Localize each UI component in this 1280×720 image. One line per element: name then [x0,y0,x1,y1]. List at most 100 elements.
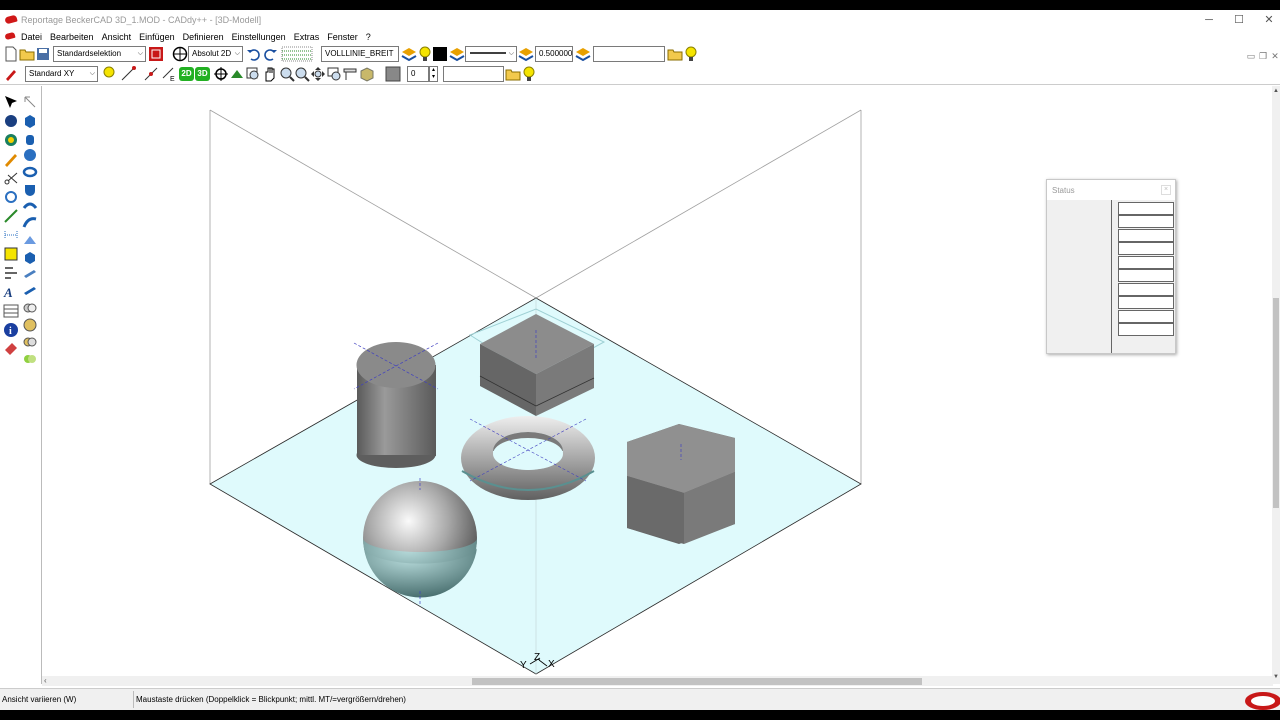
toolbar2-value-field[interactable] [443,66,504,82]
torus-solid-icon[interactable] [22,164,38,180]
close-button[interactable]: ✕ [1254,12,1280,28]
loft-icon[interactable] [22,232,38,248]
menu-einstellungen[interactable]: Einstellungen [232,32,286,42]
status-cell[interactable] [1118,242,1174,255]
section-icon[interactable] [342,66,358,82]
scissors-icon[interactable] [3,170,19,186]
menu-bearbeiten[interactable]: Bearbeiten [50,32,94,42]
open-folder-icon[interactable] [19,46,35,62]
info-lightbulb-icon[interactable] [521,66,537,82]
status-cell[interactable] [1118,215,1174,228]
layer-number-field[interactable]: 0 [407,66,429,82]
walk-view-icon[interactable] [229,66,245,82]
dimension-icon[interactable] [3,227,19,243]
intersect-icon[interactable] [22,334,38,350]
material-icon[interactable] [22,351,38,367]
subtract-icon[interactable] [22,317,38,333]
selection-mode-select[interactable]: Standardselektion ⌵ [53,46,146,62]
light-icon[interactable] [101,66,117,82]
extrude-icon[interactable] [22,249,38,265]
color-swatch-icon[interactable] [432,46,448,62]
sphere-solid-icon[interactable] [3,113,19,129]
select-frame-icon[interactable] [148,46,164,62]
status-panel[interactable]: Status × [1046,179,1176,354]
sweep-icon[interactable] [22,215,38,231]
info-icon[interactable]: i [3,322,19,338]
revolve-icon[interactable] [22,198,38,214]
save-icon[interactable] [35,46,51,62]
horizontal-scroll-thumb[interactable] [472,678,922,685]
cylinder-solid-icon[interactable] [22,132,38,148]
zoom-previous-icon[interactable] [326,66,342,82]
pattern-icon[interactable] [3,303,19,319]
layer-icon[interactable] [401,46,417,62]
menu-datei[interactable]: Datei [21,32,42,42]
status-cell[interactable] [1118,269,1174,282]
box-solid-icon[interactable] [22,113,38,129]
scroll-left-icon[interactable]: ‹ [44,676,47,685]
pen-tool-icon[interactable] [3,66,19,82]
slab-icon[interactable] [22,266,38,282]
align-icon[interactable] [3,265,19,281]
pencil-icon[interactable] [3,151,19,167]
status-panel-header[interactable]: Status × [1047,180,1175,200]
lightbulb-icon[interactable] [417,46,433,62]
line-style-select[interactable]: ⌵ [465,46,517,62]
cylinder-solid[interactable] [353,342,439,468]
menu-einfuegen[interactable]: Einfügen [139,32,175,42]
menu-ansicht[interactable]: Ansicht [102,32,132,42]
text-icon[interactable]: A [3,284,19,300]
torus-solid[interactable] [461,416,595,500]
snap-point-icon[interactable] [120,66,136,82]
line-width-icon[interactable] [518,46,534,62]
view-2d-button[interactable]: 2D [179,67,194,81]
shaded-box-icon[interactable] [359,66,375,82]
pan-hand-icon[interactable] [262,66,278,82]
hexagonal-prism-solid[interactable] [627,424,735,544]
scroll-up-icon[interactable]: ▲ [1273,88,1279,94]
redo-icon[interactable] [262,46,278,62]
menu-help[interactable]: ? [366,32,371,42]
menu-fenster[interactable]: Fenster [327,32,358,42]
folder-open-icon[interactable] [667,46,683,62]
status-cell[interactable] [1118,256,1174,269]
minimize-button[interactable]: ─ [1194,12,1224,28]
horizontal-scrollbar[interactable]: ‹ [42,676,1273,686]
eraser-icon[interactable] [3,340,19,356]
undo-icon[interactable] [246,46,262,62]
rotate-view-icon[interactable] [213,66,229,82]
ball-solid-icon[interactable] [22,147,38,163]
coordinate-mode-select[interactable]: Absolut 2D ⌵ [188,46,243,62]
measure-icon[interactable] [3,208,19,224]
menu-extras[interactable]: Extras [294,32,320,42]
edit-point-icon[interactable] [143,66,159,82]
select-arrow-icon[interactable] [3,94,19,110]
union-icon[interactable] [22,300,38,316]
view-3d-button[interactable]: 3D [195,67,210,81]
zoom-out-icon[interactable] [294,66,310,82]
status-cell[interactable] [1118,310,1174,323]
toolbar1-value-field[interactable] [593,46,665,62]
line-type-field[interactable]: VOLLLINIE_BREIT [321,46,399,62]
hint-lightbulb-icon[interactable] [683,46,699,62]
menu-definieren[interactable]: Definieren [183,32,224,42]
pointer-icon[interactable] [22,94,38,110]
endpoint-icon[interactable]: E [161,66,177,82]
scene-svg[interactable]: Y Z X [42,86,1273,684]
plate-icon[interactable] [22,283,38,299]
status-cell[interactable] [1118,283,1174,296]
zoom-window-icon[interactable] [245,66,261,82]
new-file-icon[interactable] [3,46,19,62]
coordinate-icon[interactable] [172,46,188,62]
cup-solid-icon[interactable] [22,181,38,197]
layer-stack-icon[interactable] [449,46,465,62]
status-cell[interactable] [1118,296,1174,309]
scroll-down-icon[interactable]: ▼ [1273,674,1279,680]
grid-icon[interactable] [281,46,313,62]
status-panel-close-button[interactable]: × [1161,185,1171,195]
hatch-icon[interactable] [3,246,19,262]
line-width-field[interactable]: 0.500000 [535,46,573,62]
vertical-scroll-thumb[interactable] [1273,298,1279,508]
transform-icon[interactable] [3,189,19,205]
vertical-scrollbar[interactable]: ▲ ▼ [1272,86,1280,684]
